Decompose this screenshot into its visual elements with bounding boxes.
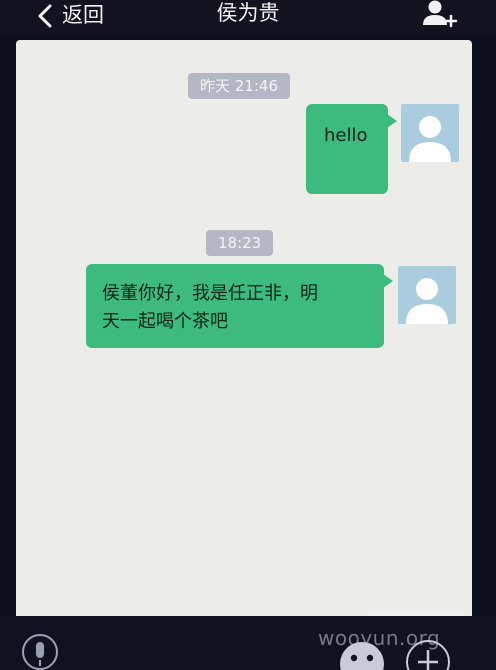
microphone-icon[interactable] xyxy=(22,632,58,670)
message-text: 侯董你好，我是任正非，明 xyxy=(102,283,318,304)
title-bar: 返回 侯为贵 xyxy=(0,0,496,36)
message-bubble[interactable]: hello xyxy=(306,104,397,194)
chevron-left-icon[interactable] xyxy=(34,3,62,29)
avatar[interactable] xyxy=(398,266,456,324)
avatar[interactable] xyxy=(401,104,459,162)
watermark: wooyun.org xyxy=(318,626,441,650)
timestamp: 18:23 xyxy=(206,230,274,256)
back-button[interactable]: 返回 xyxy=(62,2,104,28)
message-text: hello xyxy=(324,125,368,146)
message-text: 天一起喝个茶吧 xyxy=(102,311,228,332)
timestamp: 昨天 21:46 xyxy=(188,73,290,99)
user-icon xyxy=(406,278,448,324)
user-icon xyxy=(409,116,451,162)
add-contact-icon[interactable] xyxy=(418,0,458,30)
message-bubble[interactable]: 侯董你好，我是任正非，明 天一起喝个茶吧 xyxy=(86,264,393,348)
chat-title: 侯为贵 xyxy=(216,1,280,25)
chat-area[interactable]: 昨天 21:46 hello 18:23 侯董你好，我是任正非，明 天一起喝个茶… xyxy=(16,40,472,616)
